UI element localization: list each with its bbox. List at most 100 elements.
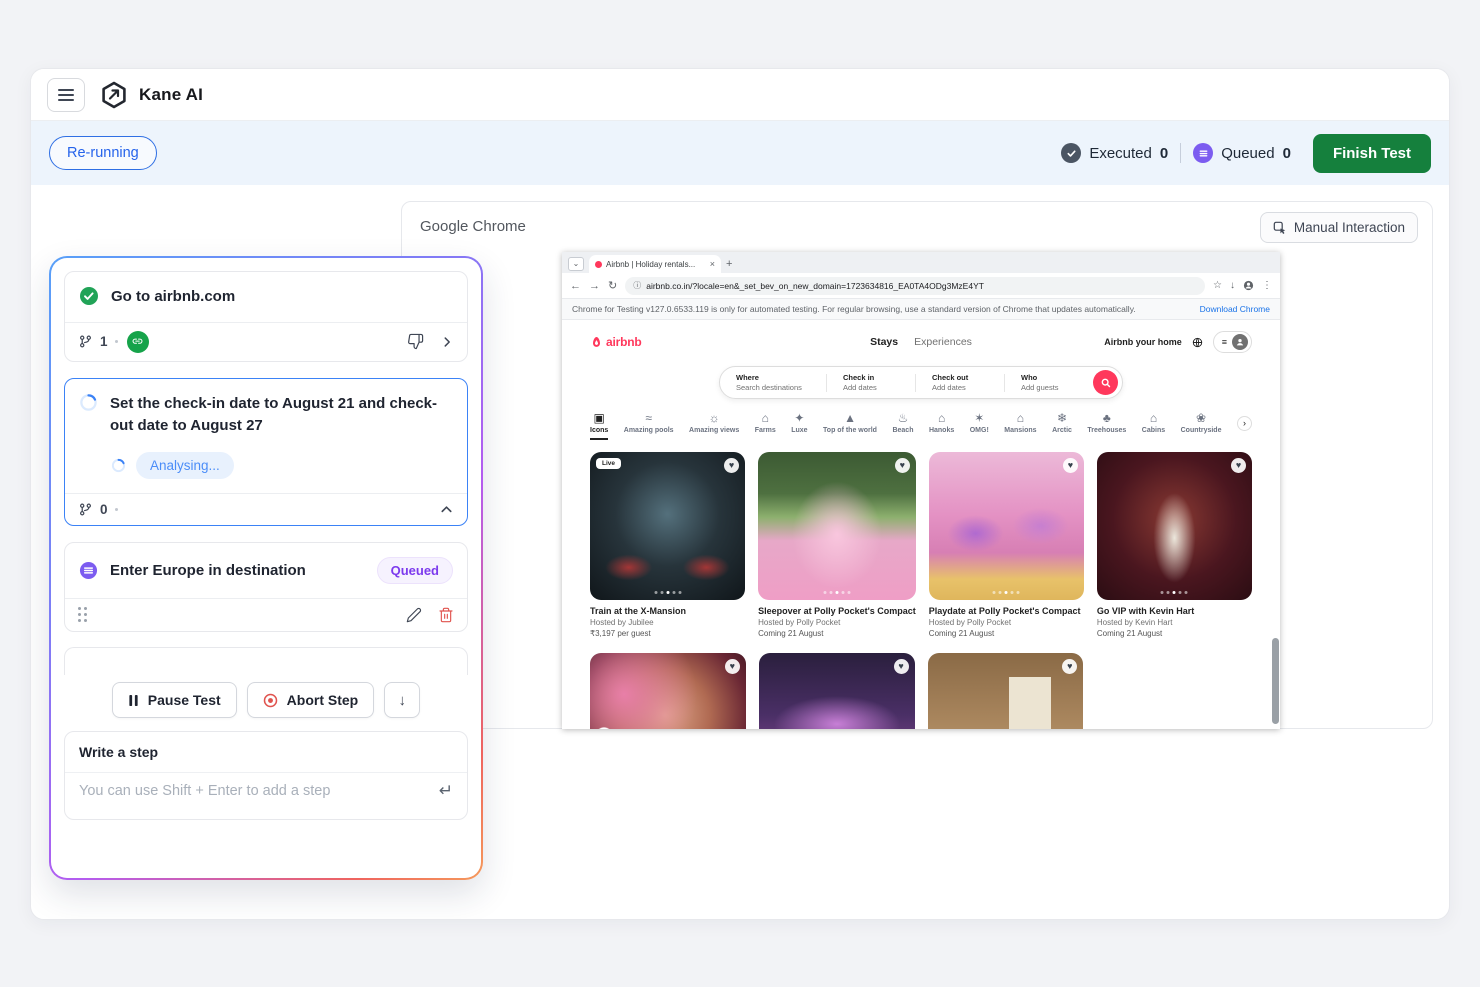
listing-card[interactable]: ♥ Playdate at Polly Pocket's Compact Hos… bbox=[928, 452, 1084, 638]
category-icon: ⌂ bbox=[937, 411, 946, 425]
listing-card[interactable]: ♥ bbox=[758, 653, 915, 729]
kane-ai-logo-icon bbox=[99, 80, 129, 110]
browser-toolbar: ← → ↻ ⓘ airbnb.co.in/?locale=en&_set_bev… bbox=[562, 273, 1280, 299]
category-amazing-views[interactable]: ☼ Amazing views bbox=[689, 412, 739, 438]
listing-card[interactable]: ♥ bbox=[927, 653, 1084, 729]
thumbs-down-button[interactable] bbox=[407, 333, 424, 350]
listing-image[interactable]: ♥ bbox=[590, 653, 746, 729]
tab-search-chevron-icon[interactable]: ⌄ bbox=[568, 257, 584, 271]
listing-image[interactable]: ♥ bbox=[1096, 452, 1252, 600]
drag-handle-icon[interactable] bbox=[78, 607, 88, 623]
listing-card[interactable]: ♥ Go VIP with Kevin Hart Hosted by Kevin… bbox=[1096, 452, 1252, 638]
category-beach[interactable]: ♨ Beach bbox=[892, 412, 913, 438]
listing-image[interactable]: ♥ bbox=[927, 653, 1084, 729]
wishlist-heart-icon[interactable]: ♥ bbox=[724, 659, 740, 674]
analysing-status-badge: Analysing... bbox=[136, 452, 234, 480]
wishlist-heart-icon[interactable]: ♥ bbox=[724, 458, 740, 473]
step-success-icon bbox=[79, 286, 99, 306]
executed-counter: Executed 0 bbox=[1061, 143, 1168, 163]
category-icon: ⌂ bbox=[1016, 411, 1025, 425]
page-scrollbar[interactable] bbox=[1272, 320, 1279, 729]
step-card-3[interactable]: Enter Europe in destination Queued bbox=[64, 542, 468, 633]
category-icon: ✶ bbox=[974, 411, 985, 425]
wishlist-heart-icon[interactable]: ♥ bbox=[1230, 458, 1246, 473]
browser-panel-title: Google Chrome bbox=[420, 218, 526, 235]
listing-image[interactable]: ♥ bbox=[758, 653, 915, 729]
new-tab-button[interactable]: + bbox=[726, 258, 732, 270]
category-countryside[interactable]: ❀ Countryside bbox=[1181, 412, 1222, 438]
category-luxe[interactable]: ✦ Luxe bbox=[791, 412, 807, 438]
abort-record-icon bbox=[263, 693, 278, 708]
category-mansions[interactable]: ⌂ Mansions bbox=[1004, 412, 1036, 438]
search-checkin[interactable]: Check in Add dates bbox=[827, 373, 915, 392]
search-where[interactable]: Where Search destinations bbox=[720, 373, 826, 392]
browser-tab[interactable]: Airbnb | Holiday rentals... × bbox=[589, 255, 721, 273]
nav-experiences[interactable]: Experiences bbox=[914, 336, 972, 348]
collapse-step-chevron-up-icon[interactable] bbox=[439, 502, 454, 517]
finish-test-button[interactable]: Finish Test bbox=[1312, 133, 1431, 173]
nav-stays[interactable]: Stays bbox=[870, 336, 898, 348]
globe-icon[interactable] bbox=[1192, 337, 1203, 348]
category-cabins[interactable]: ⌂ Cabins bbox=[1142, 412, 1165, 438]
airbnb-logo[interactable]: airbnb bbox=[590, 335, 642, 349]
user-menu-button[interactable]: ≡ bbox=[1212, 331, 1252, 353]
address-bar[interactable]: ⓘ airbnb.co.in/?locale=en&_set_bev_on_ne… bbox=[625, 276, 1206, 295]
wishlist-heart-icon[interactable]: ♥ bbox=[1062, 659, 1078, 674]
menu-button[interactable] bbox=[47, 77, 85, 112]
wishlist-heart-icon[interactable]: ♥ bbox=[1062, 458, 1078, 473]
categories-next-icon[interactable]: › bbox=[1236, 416, 1252, 431]
profile-avatar-icon[interactable] bbox=[1243, 280, 1254, 291]
expand-step-chevron-right-icon[interactable] bbox=[440, 335, 454, 349]
listing-card[interactable]: Live ♥ Train at the X-Mansion Hosted by … bbox=[590, 452, 746, 638]
manual-interaction-button[interactable]: Manual Interaction bbox=[1259, 212, 1418, 243]
category-amazing-pools[interactable]: ≈ Amazing pools bbox=[624, 412, 674, 438]
reload-icon[interactable]: ↻ bbox=[608, 279, 617, 292]
forward-icon[interactable]: → bbox=[589, 280, 600, 292]
category-hanoks[interactable]: ⌂ Hanoks bbox=[929, 412, 954, 438]
step-card-4-partial[interactable] bbox=[64, 647, 468, 676]
search-who[interactable]: Who Add guests bbox=[1005, 373, 1093, 392]
listing-card[interactable]: ♥ bbox=[590, 653, 746, 729]
download-chrome-link[interactable]: Download Chrome bbox=[1200, 304, 1270, 314]
category-icon: ⌂ bbox=[761, 411, 769, 425]
wishlist-heart-icon[interactable]: ♥ bbox=[894, 458, 910, 473]
pause-test-button[interactable]: Pause Test bbox=[111, 682, 237, 719]
category-top-of-the-world[interactable]: ▲ Top of the world bbox=[823, 412, 877, 438]
category-farms[interactable]: ⌂ Farms bbox=[755, 412, 776, 438]
tab-close-icon[interactable]: × bbox=[710, 259, 715, 269]
airbnb-your-home-link[interactable]: Airbnb your home bbox=[1104, 337, 1182, 347]
listing-image[interactable]: Live ♥ bbox=[590, 452, 746, 600]
category-omg[interactable]: ✶ OMG! bbox=[970, 412, 989, 438]
link-status-icon[interactable] bbox=[126, 330, 149, 353]
scrollbar-thumb[interactable] bbox=[1272, 638, 1279, 724]
scroll-down-button[interactable]: ↓ bbox=[384, 682, 421, 719]
listing-image[interactable]: ♥ bbox=[928, 452, 1084, 600]
listing-card[interactable]: ♥ Sleepover at Polly Pocket's Compact Ho… bbox=[758, 452, 916, 638]
browser-menu-icon[interactable]: ⋮ bbox=[1262, 280, 1272, 291]
category-icons[interactable]: ▣ Icons bbox=[590, 412, 609, 440]
site-info-icon[interactable]: ⓘ bbox=[633, 280, 641, 291]
wishlist-heart-icon[interactable]: ♥ bbox=[893, 659, 909, 674]
step-card-1[interactable]: Go to airbnb.com 1 bbox=[64, 271, 468, 362]
bookmark-star-icon[interactable]: ☆ bbox=[1213, 280, 1222, 291]
queued-label: Queued bbox=[1221, 144, 1275, 162]
back-icon[interactable]: ← bbox=[570, 280, 581, 292]
category-treehouses[interactable]: ♣ Treehouses bbox=[1087, 412, 1126, 438]
category-arctic[interactable]: ❄ Arctic bbox=[1052, 412, 1072, 438]
search-checkout[interactable]: Check out Add dates bbox=[916, 373, 1004, 392]
return-key-icon[interactable]: ↵ bbox=[439, 781, 453, 801]
queued-counter: Queued 0 bbox=[1193, 143, 1291, 163]
composer-label: Write a step bbox=[65, 732, 467, 774]
edit-step-button[interactable] bbox=[406, 607, 422, 623]
listing-image[interactable]: ♥ bbox=[758, 452, 916, 600]
step-input[interactable] bbox=[79, 783, 439, 800]
download-icon[interactable]: ↓ bbox=[1230, 280, 1235, 291]
search-button[interactable] bbox=[1093, 370, 1118, 395]
abort-step-button[interactable]: Abort Step bbox=[246, 682, 375, 719]
step-card-2-active[interactable]: Set the check-in date to August 21 and c… bbox=[64, 377, 468, 527]
pause-icon bbox=[128, 694, 139, 707]
kane-ai-window: Kane AI Re-running Executed 0 Queued 0 F… bbox=[30, 68, 1450, 920]
user-avatar-icon bbox=[1232, 334, 1248, 350]
delete-step-button[interactable] bbox=[438, 607, 454, 623]
dot-separator bbox=[114, 340, 118, 344]
